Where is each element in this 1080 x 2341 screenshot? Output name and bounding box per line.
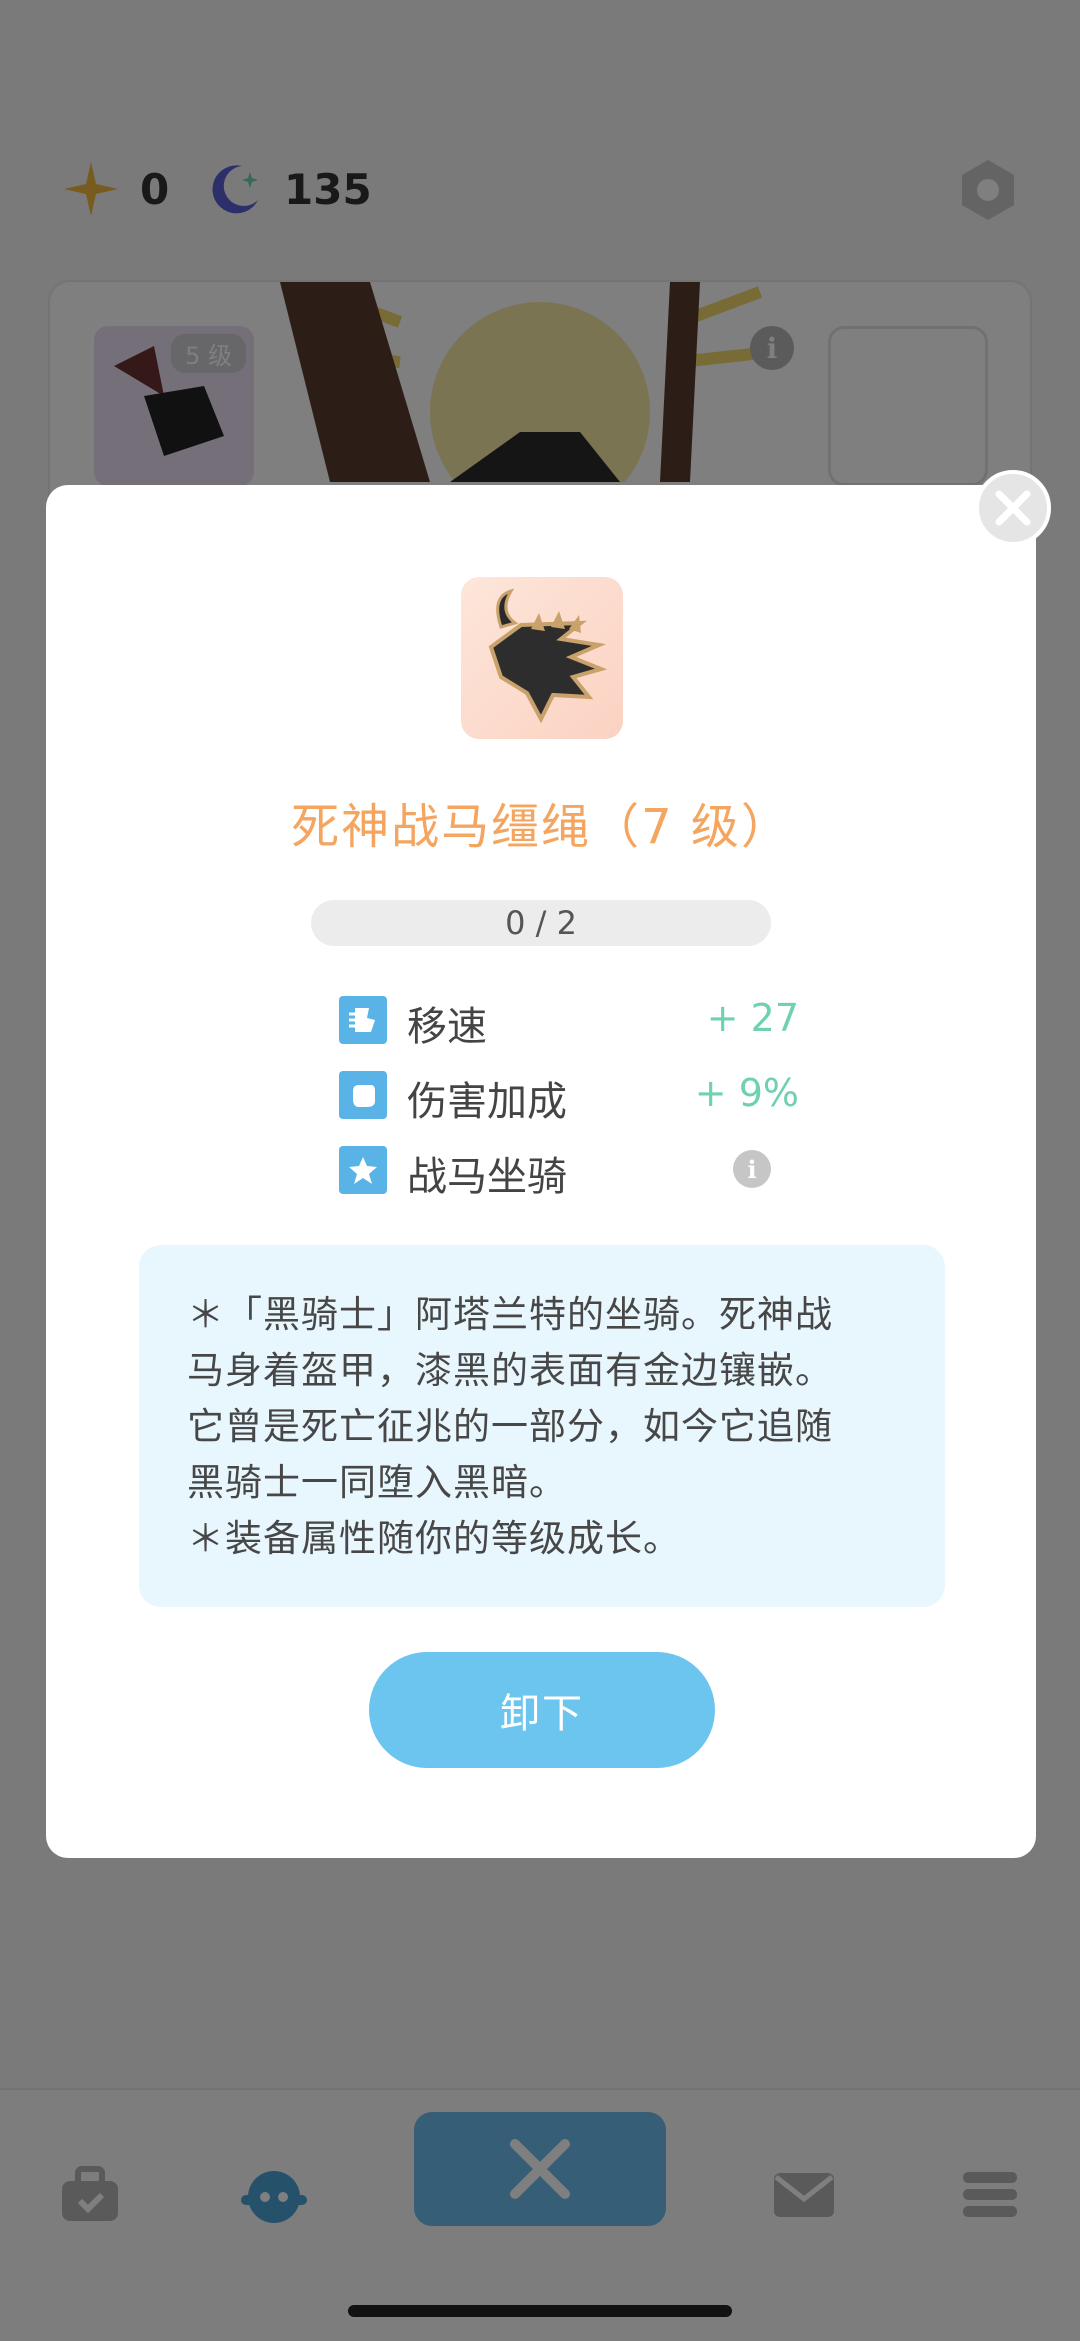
- stat-value: + 27: [706, 996, 799, 1040]
- home-indicator: [348, 2305, 732, 2317]
- close-icon: [995, 490, 1031, 526]
- stat-row-speed: 移速 + 27: [339, 990, 799, 1050]
- stat-row-mount: 战马坐骑 i: [339, 1140, 799, 1200]
- stat-name: 战马坐骑: [407, 1154, 567, 1200]
- stat-row-damage: 伤害加成 + 9%: [339, 1065, 799, 1125]
- description-line: ＊「黑骑士」阿塔兰特的坐骑。死神战: [187, 1293, 833, 1336]
- item-title: 死神战马缰绳（7 级）: [291, 799, 791, 855]
- item-detail-modal: 死神战马缰绳（7 级） 0 / 2 移速 + 27 伤害加成 + 9% 战马坐骑…: [46, 485, 1036, 1858]
- stat-name: 伤害加成: [407, 1079, 567, 1125]
- item-description: ＊「黑骑士」阿塔兰特的坐骑。死神战 马身着盔甲，漆黑的表面有金边镶嵌。 它曾是死…: [139, 1245, 945, 1607]
- stat-value: + 9%: [694, 1071, 799, 1115]
- description-line: 它曾是死亡征兆的一部分，如今它追随: [187, 1405, 833, 1448]
- fist-icon: [339, 1071, 387, 1119]
- unequip-button[interactable]: 卸下: [369, 1652, 715, 1768]
- close-button[interactable]: [975, 470, 1051, 546]
- stat-name: 移速: [407, 1004, 487, 1050]
- progress-bar: 0 / 2: [311, 900, 771, 946]
- horse-helmet-icon: [488, 588, 608, 724]
- description-line: 马身着盔甲，漆黑的表面有金边镶嵌。: [187, 1349, 833, 1392]
- speed-icon: [339, 996, 387, 1044]
- item-image: [461, 577, 623, 739]
- progress-text: 0 / 2: [505, 904, 577, 942]
- description-line: ＊装备属性随你的等级成长。: [187, 1517, 681, 1560]
- description-line: 黑骑士一同堕入黑暗。: [187, 1461, 567, 1504]
- mount-info-icon[interactable]: i: [733, 1150, 771, 1188]
- star-icon: [339, 1146, 387, 1194]
